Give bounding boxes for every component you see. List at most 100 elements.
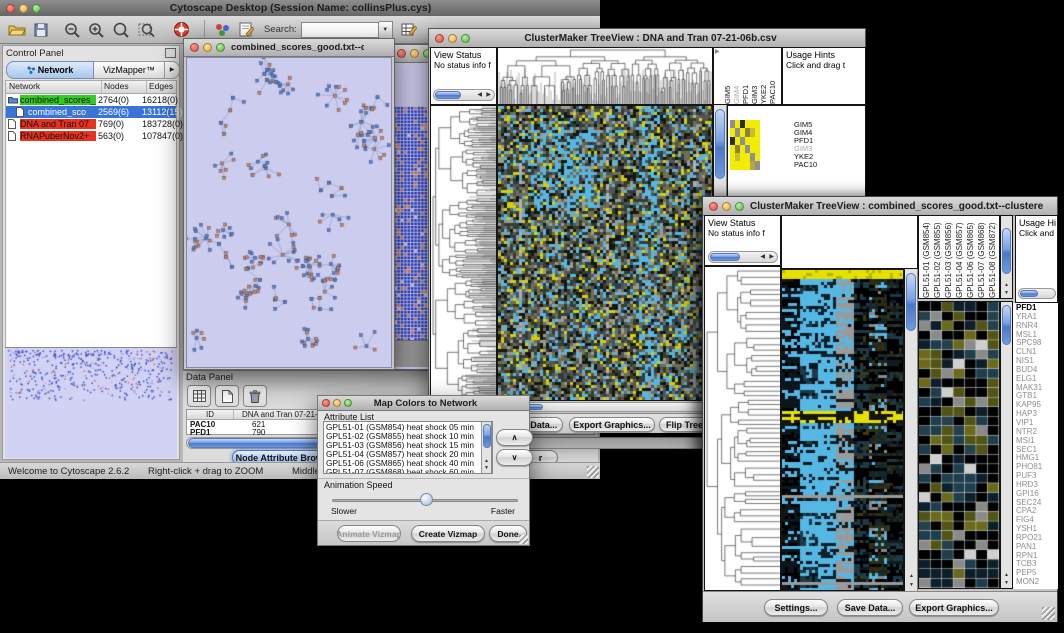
tv2-column-dendrogram[interactable] bbox=[781, 215, 918, 269]
help-lifering-icon[interactable] bbox=[173, 21, 190, 38]
tab-vizmapper[interactable]: VizMapper™ bbox=[94, 61, 165, 79]
tv1-usage-hints-title: Usage Hints bbox=[783, 48, 865, 60]
col-network[interactable]: Network bbox=[6, 81, 102, 93]
minimize-icon[interactable] bbox=[19, 4, 28, 13]
tv2-heatmap[interactable] bbox=[781, 269, 904, 591]
tv2-row-dendrogram[interactable] bbox=[704, 266, 781, 591]
zoom-window-icon[interactable] bbox=[461, 34, 470, 43]
zoom-window-icon[interactable] bbox=[735, 202, 744, 211]
close-icon[interactable] bbox=[322, 399, 330, 407]
faster-label: Faster bbox=[491, 506, 515, 516]
matrix-cell[interactable] bbox=[755, 161, 760, 169]
dialog-titlebar[interactable]: Map Colors to Network bbox=[318, 396, 529, 411]
tv1-column-dendrogram[interactable] bbox=[497, 47, 713, 105]
matrix-cell[interactable] bbox=[755, 128, 760, 136]
document-icon bbox=[6, 107, 28, 117]
zoom-selected-icon[interactable] bbox=[138, 22, 155, 38]
id-column-header[interactable]: ID bbox=[187, 410, 234, 419]
tv2-zoom-scrollbar[interactable]: ▲ ▼ bbox=[1000, 301, 1013, 589]
export-graphics-button[interactable]: Export Graphics... bbox=[569, 417, 655, 432]
network-table-row[interactable]: RNAPuberNov2+563(0)107847(0) bbox=[6, 130, 176, 142]
new-attribute-icon[interactable] bbox=[215, 385, 239, 407]
tv1-row-dendrogram[interactable] bbox=[430, 105, 497, 401]
minimize-icon[interactable] bbox=[448, 34, 457, 43]
vizmapper-icon[interactable] bbox=[215, 23, 231, 37]
col-edges[interactable]: Edges bbox=[147, 81, 176, 93]
matrix-cell[interactable] bbox=[755, 120, 760, 128]
network1-view[interactable] bbox=[186, 57, 392, 368]
network1-title: combined_scores_good.txt--cluste... bbox=[231, 42, 364, 53]
save-icon[interactable] bbox=[34, 23, 48, 37]
zoom-fit-icon[interactable] bbox=[112, 22, 130, 38]
matrix-cell[interactable] bbox=[755, 153, 760, 161]
tv2-collabels-scrollbar[interactable]: ▲ ▼ bbox=[1000, 215, 1013, 299]
create-vizmap-button[interactable]: Create Vizmap bbox=[411, 525, 485, 542]
annotation-icon[interactable] bbox=[239, 22, 254, 37]
chevron-down-icon[interactable]: ▼ bbox=[379, 21, 393, 39]
slider-thumb[interactable] bbox=[420, 493, 433, 506]
treeview2-titlebar[interactable]: ClusterMaker TreeView : combined_scores_… bbox=[703, 197, 1057, 216]
close-icon[interactable] bbox=[397, 49, 406, 58]
open-file-icon[interactable] bbox=[8, 23, 26, 37]
network1-titlebar[interactable]: combined_scores_good.txt--cluste... bbox=[184, 39, 394, 57]
zoom-window-icon[interactable] bbox=[216, 43, 225, 52]
network-table-row[interactable]: DNA and Tran 07769(0)183728(0) bbox=[6, 118, 176, 130]
minimize-icon[interactable] bbox=[722, 202, 731, 211]
tab-overflow-button[interactable]: ▶ bbox=[165, 61, 180, 79]
move-up-button[interactable]: ∧ bbox=[496, 429, 533, 446]
tv1-heatmap[interactable] bbox=[497, 105, 713, 401]
search-input[interactable] bbox=[301, 22, 379, 38]
tv2-vscrollbar[interactable]: ▲ ▼ bbox=[904, 269, 918, 591]
tv1-row-labels: GIM5GIM4PFD1GIM3YKE2PAC10 bbox=[794, 121, 817, 169]
close-icon[interactable] bbox=[709, 202, 718, 211]
slower-label: Slower bbox=[331, 506, 357, 516]
export-graphics-button[interactable]: Export Graphics... bbox=[909, 599, 999, 616]
zoom-window-icon[interactable] bbox=[344, 399, 352, 407]
tab-network[interactable]: Network bbox=[6, 61, 94, 79]
zoom-window-icon[interactable] bbox=[32, 4, 41, 13]
settings-button[interactable]: Settings... bbox=[764, 599, 828, 616]
dialog-resize-grip[interactable] bbox=[519, 535, 528, 544]
network-table-row[interactable]: combined_scores_2764(0)16218(0) bbox=[6, 94, 176, 106]
tv1-similarity-matrix[interactable] bbox=[730, 120, 760, 170]
close-icon[interactable] bbox=[6, 4, 15, 13]
treeview1-titlebar[interactable]: ClusterMaker TreeView : DNA and Tran 07-… bbox=[429, 29, 865, 48]
matrix-cell[interactable] bbox=[755, 137, 760, 145]
table-edit-icon[interactable] bbox=[401, 22, 417, 37]
attribute-list[interactable]: GPL51-01 (GSM854) heat shock 05 minGPL51… bbox=[323, 421, 493, 474]
search-combo[interactable]: ▼ bbox=[301, 21, 393, 39]
tv2-zoom-heatmap[interactable] bbox=[918, 301, 1000, 589]
animate-vizmap-button[interactable]: Animate Vizmap bbox=[337, 525, 401, 542]
col-nodes[interactable]: Nodes bbox=[102, 81, 147, 93]
tv2-status-scrollbar[interactable]: ◀ ▶ bbox=[708, 251, 778, 263]
select-attributes-icon[interactable] bbox=[187, 385, 211, 407]
zoom-out-icon[interactable] bbox=[64, 22, 80, 38]
main-titlebar[interactable]: Cytoscape Desktop (Session Name: collins… bbox=[0, 0, 600, 17]
delete-attribute-icon[interactable] bbox=[243, 385, 267, 407]
tv2-column-label: GPL51-01 (GSM854) bbox=[922, 218, 931, 298]
gene-label[interactable]: MON2 bbox=[1016, 578, 1042, 587]
resize-grip[interactable] bbox=[587, 466, 599, 478]
matrix-cell[interactable] bbox=[755, 145, 760, 153]
attribute-list-scrollbar[interactable]: ▲ ▼ bbox=[481, 422, 492, 473]
minimize-icon[interactable] bbox=[203, 43, 212, 52]
zoom-in-icon[interactable] bbox=[88, 22, 104, 38]
minimize-icon[interactable] bbox=[333, 399, 341, 407]
tv2-resize-grip[interactable] bbox=[1042, 607, 1055, 620]
move-down-button[interactable]: ∨ bbox=[496, 449, 533, 466]
attribute-list-item[interactable]: GPL51-07 (GSM868) heat shock 60 min bbox=[326, 468, 480, 474]
float-panel-icon[interactable] bbox=[165, 48, 176, 58]
tv1-status-scrollbar[interactable]: ◀ ▶ bbox=[433, 89, 495, 101]
close-icon[interactable] bbox=[190, 43, 199, 52]
network-view-window-1: combined_scores_good.txt--cluste... bbox=[183, 38, 395, 370]
network-table-row[interactable]: combined_sco2569(6)13112(15) bbox=[6, 106, 176, 118]
minimize-icon[interactable] bbox=[410, 49, 419, 58]
close-icon[interactable] bbox=[435, 34, 444, 43]
birdseye-view[interactable] bbox=[5, 347, 177, 458]
save-data-button[interactable]: Save Data... bbox=[837, 599, 903, 616]
splitter-arrow-icon[interactable]: ▶ bbox=[715, 49, 720, 55]
tv2-hints-scrollbar[interactable] bbox=[1018, 288, 1056, 299]
search-label: Search: bbox=[264, 24, 297, 35]
window-controls[interactable] bbox=[0, 4, 47, 13]
control-panel-tabs: Network VizMapper™ ▶ bbox=[3, 60, 179, 79]
